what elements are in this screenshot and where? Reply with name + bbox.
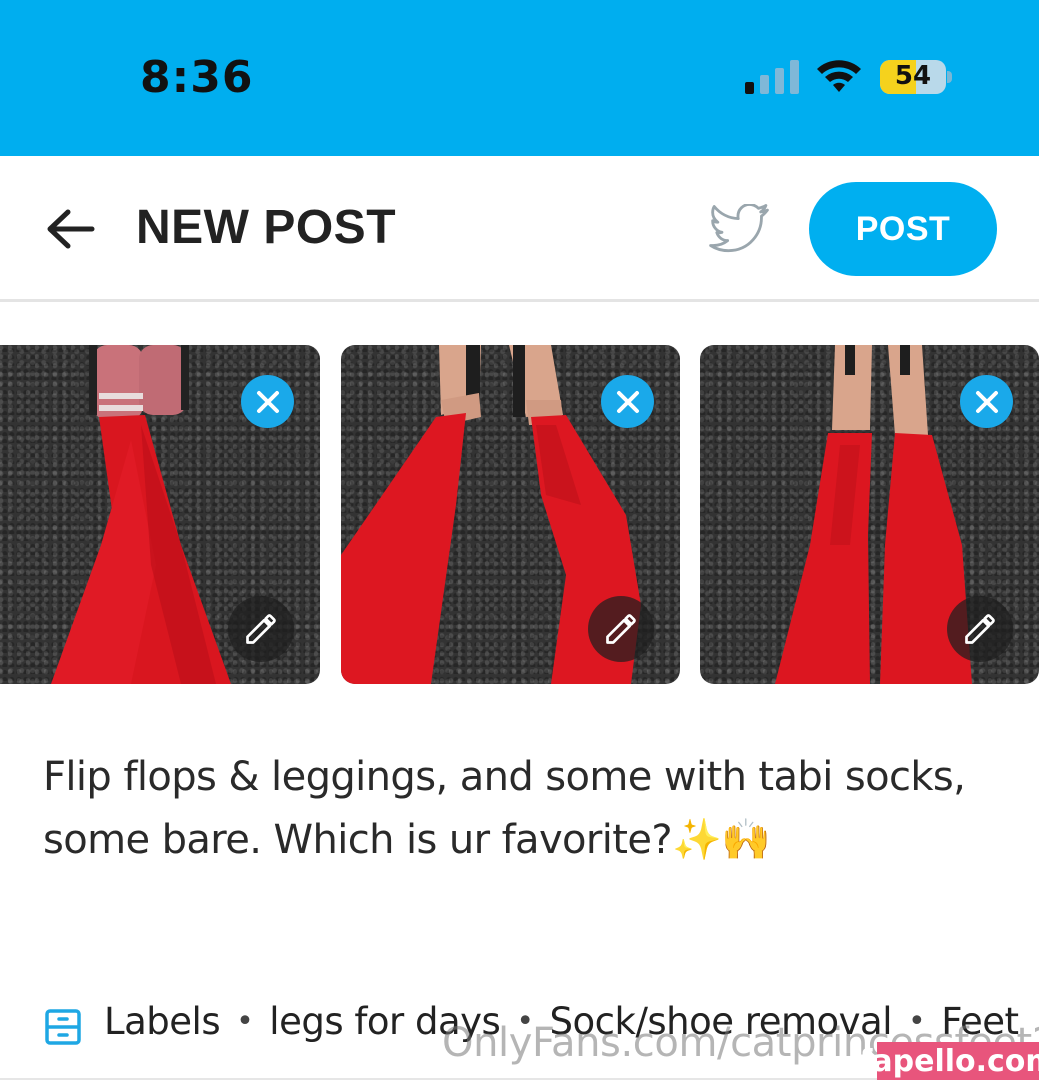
post-caption-input[interactable]: Flip flops & leggings, and some with tab… (43, 746, 983, 872)
pencil-icon (606, 614, 636, 644)
media-thumbnail-3[interactable] (700, 345, 1039, 684)
close-icon (975, 390, 998, 413)
edit-media-button[interactable] (588, 596, 654, 662)
remove-media-button[interactable] (241, 375, 294, 428)
labels-icon (45, 1009, 81, 1045)
pencil-icon (246, 614, 276, 644)
app-header: NEW POST POST (0, 156, 1039, 302)
cellular-signal-icon (745, 60, 799, 94)
media-thumbnail-2[interactable] (341, 345, 680, 684)
post-button[interactable]: POST (809, 182, 997, 276)
arrow-left-icon[interactable] (44, 206, 96, 252)
close-icon (616, 390, 639, 413)
media-strip (0, 345, 1039, 685)
wifi-icon (817, 60, 861, 92)
twitter-bird-icon[interactable] (708, 204, 770, 256)
remove-media-button[interactable] (601, 375, 654, 428)
battery-icon: 54 (880, 60, 946, 94)
battery-level: 54 (894, 61, 932, 91)
status-time: 8:36 (140, 52, 254, 103)
page-title: NEW POST (136, 201, 397, 254)
close-icon (256, 390, 279, 413)
pencil-icon (965, 614, 995, 644)
labels-heading[interactable]: Labels (104, 1000, 221, 1043)
media-thumbnail-1[interactable] (0, 345, 320, 684)
label-separator: • (236, 1004, 254, 1039)
battery-tip (947, 71, 952, 83)
status-bar: 8:36 54 (0, 0, 1039, 156)
site-watermark-badge: fapello.com (859, 1042, 1039, 1080)
remove-media-button[interactable] (960, 375, 1013, 428)
edit-media-button[interactable] (228, 596, 294, 662)
edit-media-button[interactable] (947, 596, 1013, 662)
battery-indicator: 54 (880, 60, 952, 94)
